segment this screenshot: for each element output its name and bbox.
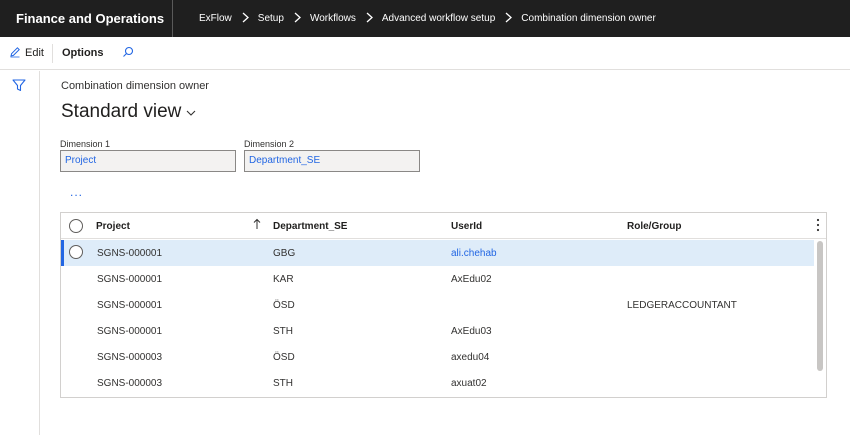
cell-project: SGNS-000003	[97, 378, 163, 389]
cell-department: GBG	[273, 248, 296, 259]
breadcrumb-combination-dimension-owner[interactable]: Combination dimension owner	[521, 13, 656, 24]
breadcrumb-setup[interactable]: Setup	[258, 13, 284, 24]
cell-role-group: LEDGERACCOUNTANT	[627, 300, 737, 311]
table-row[interactable]: SGNS-000001 STH AxEdu03	[61, 318, 814, 344]
cell-userid: AxEdu02	[451, 274, 492, 285]
cell-department: KAR	[273, 274, 294, 285]
dimension1-field[interactable]: Project	[60, 150, 236, 172]
cell-userid: axedu04	[451, 352, 490, 363]
breadcrumb-workflows[interactable]: Workflows	[310, 13, 356, 24]
breadcrumb-exflow[interactable]: ExFlow	[199, 13, 232, 24]
cell-userid: axuat02	[451, 378, 487, 389]
table-row[interactable]: SGNS-000001 ÖSD LEDGERACCOUNTANT	[61, 292, 814, 318]
dimension2-field[interactable]: Department_SE	[244, 150, 420, 172]
chevron-right-icon	[505, 12, 513, 26]
row-select-radio[interactable]	[69, 245, 83, 259]
search-button[interactable]	[122, 46, 134, 61]
left-filter-pane	[0, 71, 40, 435]
filter-icon[interactable]	[12, 79, 26, 97]
dimension1-label: Dimension 1	[60, 139, 111, 149]
top-navigation-bar: Finance and Operations ExFlow Setup Work…	[0, 0, 850, 37]
page-caption: Combination dimension owner	[61, 80, 209, 92]
chevron-down-icon	[181, 101, 196, 123]
breadcrumb-advanced-workflow-setup[interactable]: Advanced workflow setup	[382, 13, 495, 24]
search-icon	[122, 46, 134, 61]
chevron-right-icon	[242, 12, 249, 26]
cell-project: SGNS-000001	[97, 274, 163, 285]
dimension2-label: Dimension 2	[244, 139, 295, 149]
cell-userid: AxEdu03	[451, 326, 492, 337]
cell-project: SGNS-000001	[97, 248, 163, 259]
sort-up-arrow-icon[interactable]	[253, 218, 261, 233]
grid-header: Project Department_SE UserId Role/Group	[61, 213, 826, 239]
table-row[interactable]: SGNS-000001 KAR AxEdu02	[61, 266, 814, 292]
chevron-right-icon	[294, 12, 301, 26]
table-row[interactable]: SGNS-000001 GBG ali.chehab	[61, 240, 814, 266]
page-title: Standard view	[61, 101, 182, 122]
options-button[interactable]: Options	[53, 47, 122, 59]
app-title[interactable]: Finance and Operations	[0, 0, 173, 37]
cell-project: SGNS-000003	[97, 352, 163, 363]
pencil-icon	[9, 46, 25, 61]
column-header-department[interactable]: Department_SE	[273, 221, 347, 232]
data-grid: Project Department_SE UserId Role/Group …	[60, 212, 827, 398]
cell-department: STH	[273, 326, 293, 337]
breadcrumb: ExFlow Setup Workflows Advanced workflow…	[173, 12, 656, 26]
edit-button[interactable]: Edit	[0, 37, 52, 69]
cell-department: STH	[273, 378, 293, 389]
action-bar: Edit Options	[0, 37, 850, 70]
column-header-project[interactable]: Project	[96, 221, 130, 232]
select-all-radio[interactable]	[69, 219, 83, 233]
table-row[interactable]: SGNS-000003 ÖSD axedu04	[61, 344, 814, 370]
cell-project: SGNS-000001	[97, 326, 163, 337]
cell-project: SGNS-000001	[97, 300, 163, 311]
more-vertical-icon[interactable]	[816, 218, 820, 235]
chevron-right-icon	[366, 12, 373, 26]
view-selector[interactable]: Standard view	[61, 101, 196, 123]
edit-label: Edit	[25, 47, 44, 59]
more-options-button[interactable]: ...	[70, 185, 83, 199]
table-row[interactable]: SGNS-000003 STH axuat02	[61, 370, 814, 396]
column-header-role-group[interactable]: Role/Group	[627, 221, 681, 232]
column-header-userid[interactable]: UserId	[451, 221, 482, 232]
cell-userid[interactable]: ali.chehab	[451, 248, 497, 259]
cell-department: ÖSD	[273, 300, 295, 311]
grid-scrollbar[interactable]	[817, 241, 823, 371]
cell-department: ÖSD	[273, 352, 295, 363]
